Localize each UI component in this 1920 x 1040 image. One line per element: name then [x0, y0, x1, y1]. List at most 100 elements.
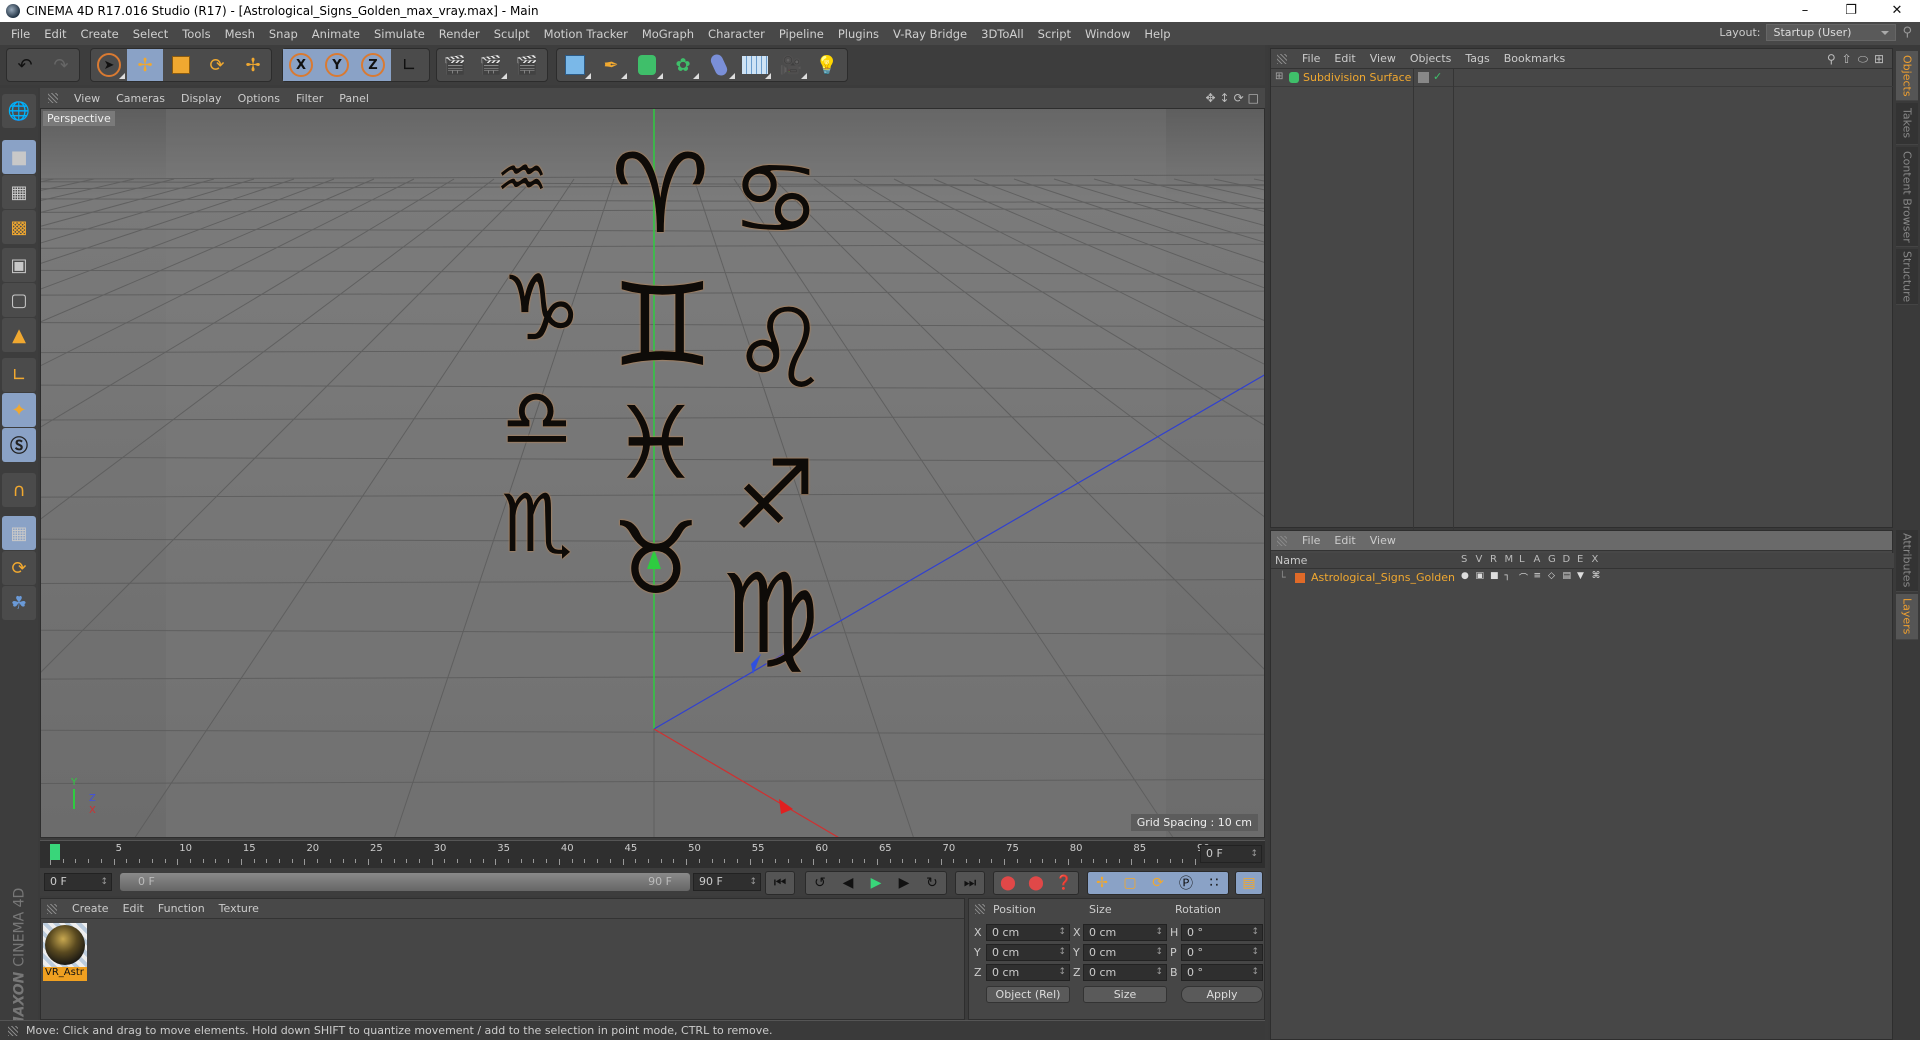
light-icon[interactable]: 💡: [809, 49, 845, 81]
menu-select[interactable]: Select: [126, 27, 175, 41]
size-z-field[interactable]: 0 cm: [1083, 964, 1167, 981]
enabled-check-icon[interactable]: ✓: [1433, 70, 1442, 83]
menu-sculpt[interactable]: Sculpt: [487, 27, 537, 41]
auto-key-icon[interactable]: ⬤: [1022, 872, 1050, 894]
column-g[interactable]: G: [1548, 554, 1556, 565]
home-icon[interactable]: ⇧: [1842, 52, 1852, 67]
position-y-field[interactable]: 0 cm: [986, 944, 1070, 961]
viewport-menu-display[interactable]: Display: [173, 92, 230, 105]
layer-toggle-m-icon[interactable]: ┐: [1505, 571, 1510, 581]
end-frame-field[interactable]: 90 F: [693, 873, 761, 891]
filter-icon[interactable]: ⬭: [1858, 52, 1868, 67]
prev-frame-icon[interactable]: ◀: [834, 872, 862, 894]
3d-viewport[interactable]: ♒ ♈ ♋ ♑ ♊ ♌ ♎ ♓ ♐ ♏ ♉ ♍ Perspective Grid Spacing : …: [40, 108, 1265, 838]
next-frame-icon[interactable]: ▶: [890, 872, 918, 894]
tab-objects[interactable]: Objects: [1896, 51, 1918, 101]
layer-toggle-v-icon[interactable]: ▣: [1476, 571, 1485, 581]
column-s[interactable]: S: [1461, 554, 1467, 565]
cloner-icon[interactable]: ✿: [665, 49, 701, 81]
key-rotation-icon[interactable]: ⟳: [1144, 872, 1172, 894]
menu-create[interactable]: Create: [74, 27, 126, 41]
zoom-view-icon[interactable]: ↕: [1220, 91, 1230, 105]
zodiac-sign[interactable]: ♑: [501, 264, 582, 354]
current-frame-field[interactable]: 0 F: [1200, 845, 1262, 863]
panel-grip-icon[interactable]: [975, 904, 985, 914]
play-icon[interactable]: ▶: [862, 872, 890, 894]
lock-workplane-icon[interactable]: ▦: [2, 516, 36, 550]
tab-content-browser[interactable]: Content Browser: [1896, 147, 1918, 247]
layers-menu-view[interactable]: View: [1363, 534, 1403, 547]
record-key-icon[interactable]: ⬤: [994, 872, 1022, 894]
world-coord-icon[interactable]: ∟: [391, 49, 427, 81]
panel-grip-icon[interactable]: [1277, 535, 1287, 546]
layer-toggle-r-icon[interactable]: ■: [1490, 571, 1499, 581]
objects-menu-view[interactable]: View: [1363, 52, 1403, 65]
objects-menu-objects[interactable]: Objects: [1403, 52, 1459, 65]
zodiac-sign[interactable]: ♓: [611, 394, 701, 494]
move-icon[interactable]: ✢: [127, 49, 163, 81]
viewport-menu-filter[interactable]: Filter: [288, 92, 331, 105]
z-axis-icon[interactable]: Z: [355, 49, 391, 81]
menu-render[interactable]: Render: [432, 27, 487, 41]
rotate-view-icon[interactable]: ⟳: [1234, 91, 1244, 105]
column-d[interactable]: D: [1563, 554, 1571, 565]
search-icon[interactable]: ⚲: [1902, 25, 1912, 40]
layer-color-swatch[interactable]: [1295, 573, 1305, 583]
objects-menu-file[interactable]: File: [1295, 52, 1327, 65]
viewport-menu-panel[interactable]: Panel: [331, 92, 377, 105]
zodiac-sign[interactable]: ♐: [731, 449, 816, 544]
camera-icon[interactable]: 🎥: [773, 49, 809, 81]
render-picture-viewer-icon[interactable]: 🎬: [473, 49, 509, 81]
panel-grip-icon[interactable]: [47, 903, 57, 914]
redo-icon[interactable]: ↷: [43, 49, 79, 81]
layer-tag-icon[interactable]: [1418, 72, 1429, 83]
texture-mode-icon[interactable]: ▦: [2, 175, 36, 209]
minimize-button[interactable]: –: [1782, 0, 1828, 22]
polygons-mode-icon[interactable]: ▲: [2, 318, 36, 352]
close-button[interactable]: ✕: [1874, 0, 1920, 22]
menu-tools[interactable]: Tools: [175, 27, 217, 41]
magnet-icon[interactable]: ∩: [2, 473, 36, 507]
pen-icon[interactable]: ✒: [593, 49, 629, 81]
menu-pipeline[interactable]: Pipeline: [772, 27, 831, 41]
start-frame-field[interactable]: 0 F: [44, 873, 112, 891]
viewport-menu-cameras[interactable]: Cameras: [108, 92, 173, 105]
panel-grip-icon[interactable]: [48, 93, 58, 103]
rotation-b-field[interactable]: 0 °: [1181, 964, 1263, 981]
coordinate-mode-dropdown[interactable]: Object (Rel): [986, 986, 1070, 1003]
new-panel-icon[interactable]: ⊞: [1874, 52, 1884, 67]
size-y-field[interactable]: 0 cm: [1083, 944, 1167, 961]
layer-toggle-e-icon[interactable]: ▼: [1577, 571, 1584, 581]
column-e[interactable]: E: [1577, 554, 1583, 565]
maximize-view-icon[interactable]: □: [1248, 91, 1259, 105]
workplane-icon[interactable]: ▩: [2, 210, 36, 244]
menu-script[interactable]: Script: [1031, 27, 1078, 41]
rotation-h-field[interactable]: 0 °: [1181, 924, 1263, 941]
zodiac-sign[interactable]: ♌: [731, 294, 830, 404]
objects-menu-edit[interactable]: Edit: [1327, 52, 1362, 65]
rotate-icon[interactable]: ⟳: [199, 49, 235, 81]
points-mode-icon[interactable]: ▣: [2, 248, 36, 282]
workplane-rotate-icon[interactable]: ⟳: [2, 551, 36, 585]
frame-range-slider[interactable]: 0 F 90 F: [120, 873, 690, 891]
axis-icon[interactable]: ∟: [2, 358, 36, 392]
tab-structure[interactable]: Structure: [1896, 249, 1918, 305]
menu-edit[interactable]: Edit: [37, 27, 73, 41]
material-menu-create[interactable]: Create: [65, 902, 116, 915]
key-scale-icon[interactable]: ▢: [1116, 872, 1144, 894]
layer-toggle-x-icon[interactable]: ⌘: [1592, 571, 1601, 581]
objects-menu-bookmarks[interactable]: Bookmarks: [1497, 52, 1572, 65]
expand-icon[interactable]: ⊞: [1275, 71, 1283, 82]
layout-dropdown[interactable]: Startup (User): [1766, 24, 1897, 41]
column-x[interactable]: X: [1592, 554, 1599, 565]
playhead[interactable]: [50, 844, 60, 860]
layer-name[interactable]: Astrological_Signs_Golden: [1311, 571, 1455, 584]
go-to-end-icon[interactable]: ⏭: [956, 872, 984, 894]
viewport-menu-options[interactable]: Options: [230, 92, 288, 105]
select-icon[interactable]: ➤: [91, 49, 127, 81]
render-view-icon[interactable]: 🎬: [437, 49, 473, 81]
key-parameter-icon[interactable]: Ⓟ: [1172, 872, 1200, 894]
material-menu-edit[interactable]: Edit: [116, 902, 151, 915]
scale-icon[interactable]: [163, 49, 199, 81]
y-axis-icon[interactable]: Y: [319, 49, 355, 81]
